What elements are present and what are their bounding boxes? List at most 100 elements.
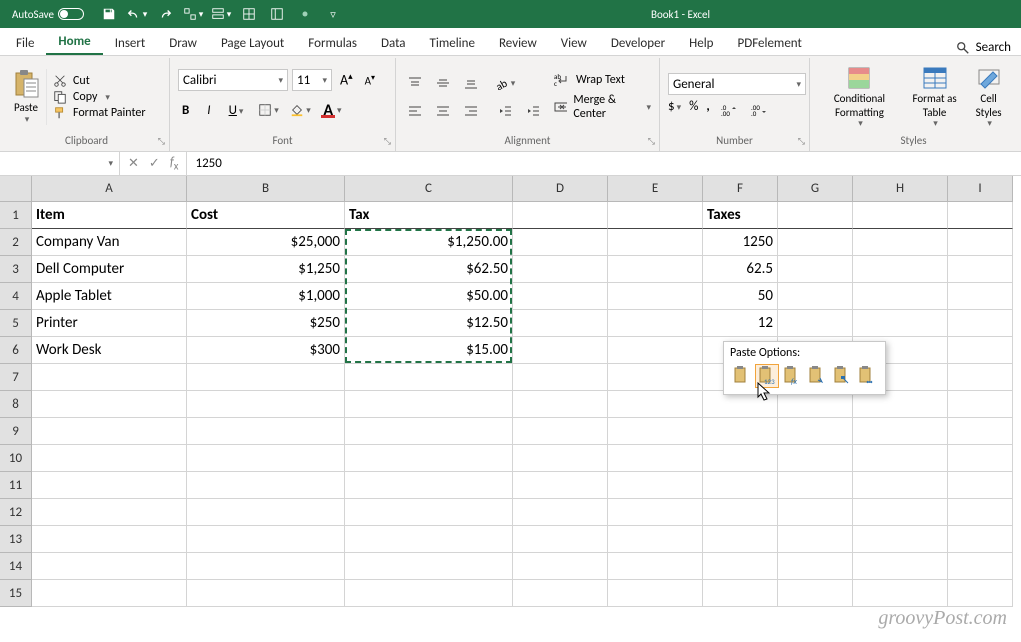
cell[interactable] bbox=[345, 391, 513, 418]
cell-styles-button[interactable]: Cell Styles▾ bbox=[968, 64, 1009, 129]
autosave-toggle[interactable]: AutoSave bbox=[6, 8, 90, 21]
row-header-7[interactable]: 7 bbox=[0, 364, 32, 391]
grow-font-icon[interactable]: A▴ bbox=[336, 71, 357, 89]
cell[interactable] bbox=[608, 364, 703, 391]
cell[interactable] bbox=[32, 391, 187, 418]
cell[interactable] bbox=[513, 202, 608, 229]
col-header-C[interactable]: C bbox=[345, 176, 513, 202]
row-header-12[interactable]: 12 bbox=[0, 499, 32, 526]
row-header-9[interactable]: 9 bbox=[0, 418, 32, 445]
cell[interactable] bbox=[513, 337, 608, 364]
align-middle-icon[interactable] bbox=[432, 72, 454, 94]
tab-timeline[interactable]: Timeline bbox=[418, 32, 487, 55]
tab-file[interactable]: File bbox=[4, 32, 46, 55]
col-header-H[interactable]: H bbox=[853, 176, 948, 202]
tab-data[interactable]: Data bbox=[369, 32, 418, 55]
cell[interactable] bbox=[608, 499, 703, 526]
cell[interactable] bbox=[853, 580, 948, 607]
qat-8[interactable] bbox=[292, 2, 318, 26]
font-name-combo[interactable]: Calibri▾ bbox=[178, 69, 288, 91]
row-header-8[interactable]: 8 bbox=[0, 391, 32, 418]
cell[interactable] bbox=[608, 445, 703, 472]
row-header-3[interactable]: 3 bbox=[0, 256, 32, 283]
cell[interactable] bbox=[608, 553, 703, 580]
cell[interactable] bbox=[948, 364, 1013, 391]
cell[interactable] bbox=[853, 391, 948, 418]
fill-color-button[interactable]: ▾ bbox=[289, 99, 311, 121]
cell[interactable] bbox=[778, 310, 853, 337]
cell[interactable] bbox=[853, 202, 948, 229]
cell[interactable] bbox=[608, 202, 703, 229]
cell[interactable] bbox=[853, 256, 948, 283]
cell[interactable] bbox=[948, 472, 1013, 499]
cell[interactable]: $250 bbox=[187, 310, 345, 337]
cell[interactable] bbox=[948, 283, 1013, 310]
cell[interactable] bbox=[778, 526, 853, 553]
cell[interactable] bbox=[187, 391, 345, 418]
cell[interactable]: $300 bbox=[187, 337, 345, 364]
cell[interactable] bbox=[778, 472, 853, 499]
dec-decimal-icon[interactable]: .00.0 bbox=[748, 99, 770, 121]
qat-4[interactable]: ▾ bbox=[180, 2, 206, 26]
cell[interactable] bbox=[853, 418, 948, 445]
cell[interactable] bbox=[778, 229, 853, 256]
paste-option-transpose[interactable] bbox=[805, 364, 829, 388]
cell[interactable] bbox=[703, 553, 778, 580]
save-icon[interactable] bbox=[96, 2, 122, 26]
cell[interactable] bbox=[948, 418, 1013, 445]
cell[interactable] bbox=[187, 526, 345, 553]
cell[interactable] bbox=[187, 499, 345, 526]
cell[interactable] bbox=[703, 499, 778, 526]
cell[interactable]: $50.00 bbox=[345, 283, 513, 310]
col-header-G[interactable]: G bbox=[778, 176, 853, 202]
tab-pagelayout[interactable]: Page Layout bbox=[209, 32, 296, 55]
row-header-2[interactable]: 2 bbox=[0, 229, 32, 256]
align-left-icon[interactable] bbox=[404, 100, 426, 122]
tab-help[interactable]: Help bbox=[677, 32, 725, 55]
cell[interactable] bbox=[778, 553, 853, 580]
row-header-15[interactable]: 15 bbox=[0, 580, 32, 607]
merge-center-button[interactable]: Merge & Center▾ bbox=[554, 93, 651, 121]
cell[interactable] bbox=[187, 445, 345, 472]
cell[interactable] bbox=[187, 553, 345, 580]
cell[interactable] bbox=[853, 526, 948, 553]
cell[interactable] bbox=[513, 499, 608, 526]
percent-button[interactable]: % bbox=[689, 99, 698, 121]
row-header-13[interactable]: 13 bbox=[0, 526, 32, 553]
cell[interactable] bbox=[703, 526, 778, 553]
tab-developer[interactable]: Developer bbox=[599, 32, 677, 55]
cell[interactable]: 1250 bbox=[703, 229, 778, 256]
row-header-14[interactable]: 14 bbox=[0, 553, 32, 580]
enter-formula-icon[interactable]: ✓ bbox=[149, 156, 160, 171]
cell[interactable] bbox=[608, 337, 703, 364]
cell[interactable] bbox=[345, 364, 513, 391]
cell[interactable] bbox=[32, 580, 187, 607]
wrap-text-button[interactable]: abcWrap Text bbox=[554, 73, 651, 87]
cell[interactable]: 12 bbox=[703, 310, 778, 337]
cell[interactable] bbox=[187, 472, 345, 499]
cell[interactable] bbox=[608, 283, 703, 310]
cell[interactable] bbox=[703, 580, 778, 607]
qat-5[interactable]: ▾ bbox=[208, 2, 234, 26]
cell[interactable] bbox=[948, 580, 1013, 607]
row-header-1[interactable]: 1 bbox=[0, 202, 32, 229]
cell[interactable] bbox=[853, 499, 948, 526]
number-format-combo[interactable]: General▾ bbox=[668, 73, 806, 95]
tab-pdf[interactable]: PDFelement bbox=[726, 32, 814, 55]
cell[interactable] bbox=[608, 580, 703, 607]
align-bottom-icon[interactable] bbox=[460, 72, 482, 94]
cell[interactable]: $15.00 bbox=[345, 337, 513, 364]
cell[interactable] bbox=[187, 364, 345, 391]
paste-button[interactable]: Paste ▾ bbox=[12, 69, 47, 125]
cell[interactable] bbox=[853, 472, 948, 499]
cell[interactable] bbox=[778, 202, 853, 229]
inc-decimal-icon[interactable]: .0.00 bbox=[718, 99, 740, 121]
cell[interactable] bbox=[513, 445, 608, 472]
cell[interactable] bbox=[778, 445, 853, 472]
accounting-button[interactable]: $▾ bbox=[668, 99, 681, 121]
col-header-A[interactable]: A bbox=[32, 176, 187, 202]
tab-view[interactable]: View bbox=[549, 32, 599, 55]
format-as-table-button[interactable]: Format as Table▾ bbox=[905, 64, 964, 129]
cancel-formula-icon[interactable]: ✕ bbox=[128, 156, 139, 171]
cell[interactable]: $62.50 bbox=[345, 256, 513, 283]
